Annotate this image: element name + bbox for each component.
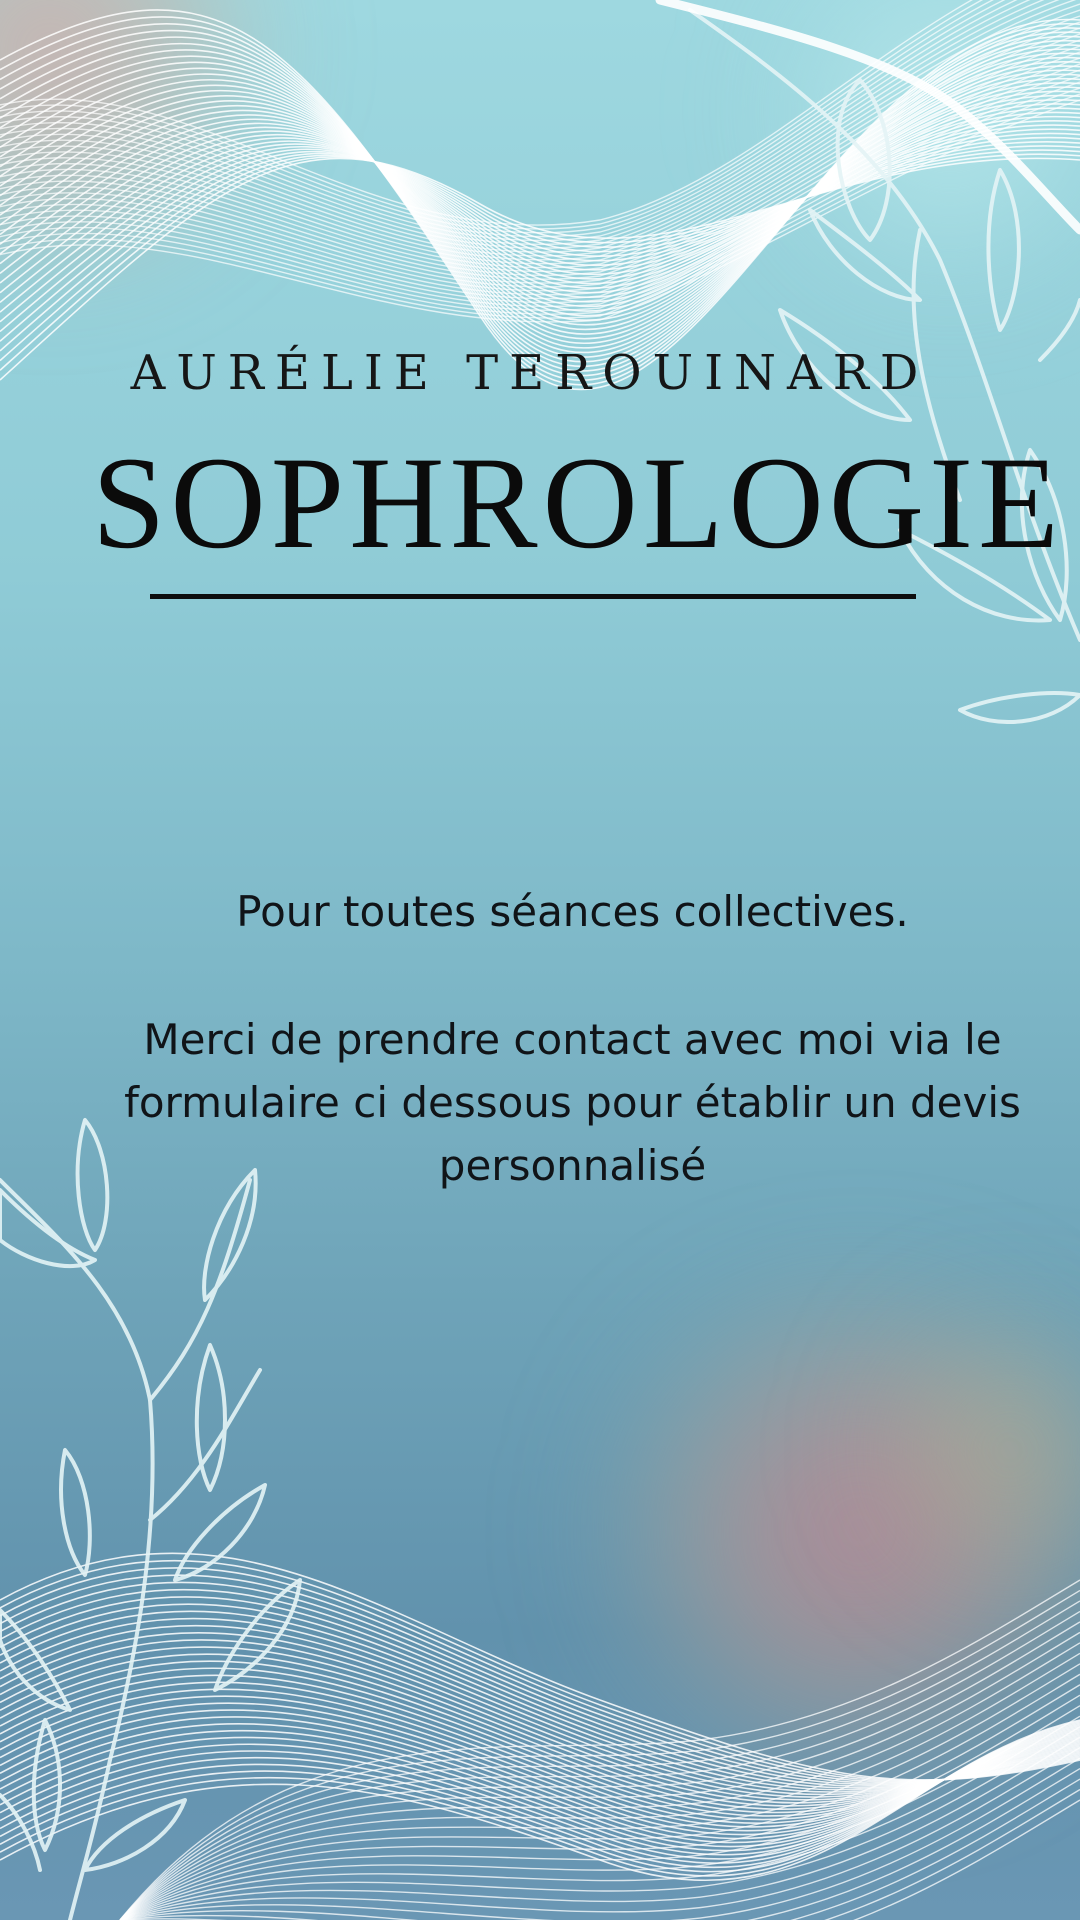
leaf-bl-5 — [59, 1448, 92, 1577]
intro-text: Pour toutes séances collectives. — [236, 887, 909, 936]
wave-line — [0, 1567, 1080, 1782]
branch-stem-bottom-left-2 — [148, 1178, 252, 1402]
leaf-tr-7 — [958, 691, 1080, 724]
poster: AURÉLIE TEROUINARD SOPHROLOGIE Pour tout… — [0, 0, 1080, 1920]
leaf-bl-1 — [75, 1118, 110, 1252]
leaf-bl-6 — [173, 1483, 267, 1582]
body-text: Merci de prendre contact avec moi via le… — [124, 1015, 1021, 1190]
wave-lines-top — [0, 9, 1080, 391]
page-title: SOPHROLOGIE — [92, 429, 1064, 576]
wave-line — [0, 1559, 1080, 1782]
leaf-tr-3 — [808, 208, 922, 302]
wave-line — [0, 1709, 1080, 1836]
message-block: Pour toutes séances collectives. Merci d… — [110, 880, 1035, 1197]
leaf-bl-4 — [194, 1343, 227, 1492]
title-divider — [150, 594, 916, 599]
leaf-tr-2 — [986, 168, 1021, 332]
author-name: AURÉLIE TEROUINARD — [130, 345, 930, 401]
leaf-bl-8 — [0, 1608, 72, 1712]
wave-lines-bottom — [0, 1552, 1080, 1881]
wave-line — [0, 9, 1080, 265]
